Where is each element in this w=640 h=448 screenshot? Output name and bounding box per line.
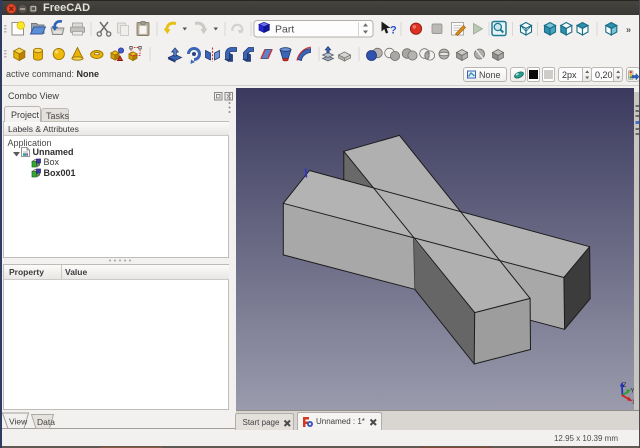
svg-text:Z: Z [623,383,627,389]
svg-text:»: » [626,25,631,35]
svg-text:Data: Data [37,417,55,427]
svg-text:View: View [9,417,28,427]
